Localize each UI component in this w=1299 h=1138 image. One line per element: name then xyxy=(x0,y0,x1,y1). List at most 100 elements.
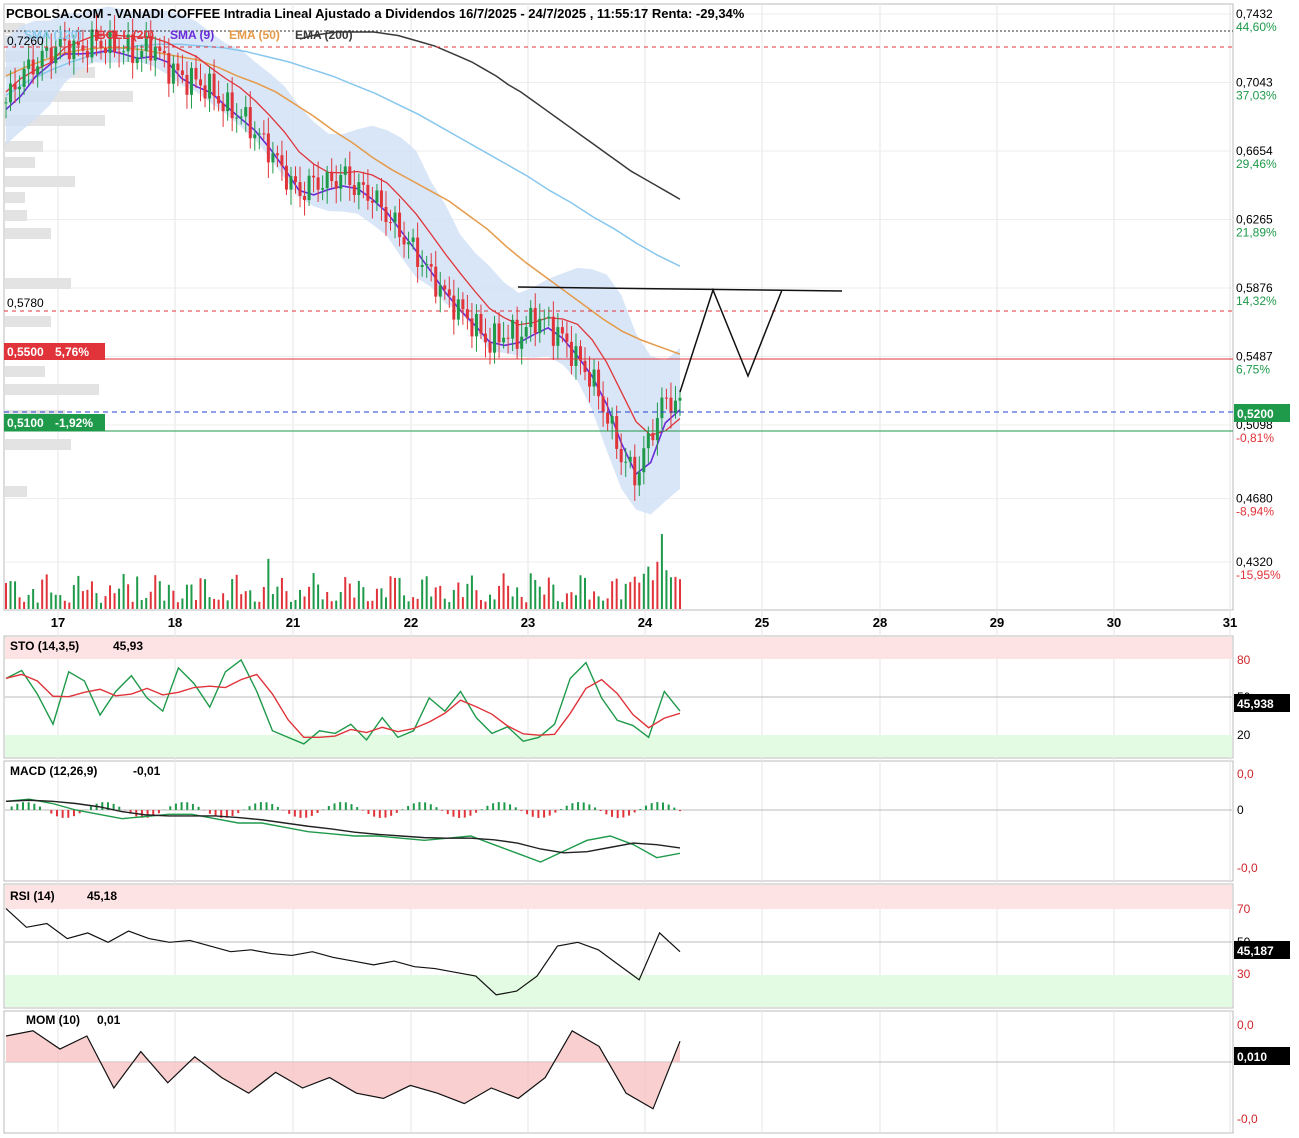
macd-histogram-bar xyxy=(310,810,313,816)
candle-body xyxy=(533,307,537,334)
volume-bar xyxy=(498,585,501,609)
sto-overbought-zone xyxy=(5,637,1232,659)
volume-bar xyxy=(561,602,564,609)
macd-histogram-bar xyxy=(186,802,189,810)
volume-bar xyxy=(679,579,681,609)
candle-body xyxy=(542,318,546,320)
sto-label: STO (14,3,5) xyxy=(10,639,79,653)
macd-histogram-bar xyxy=(679,810,681,812)
volume-bar xyxy=(448,602,451,609)
volume-bar xyxy=(9,581,12,609)
candle-body xyxy=(271,153,275,163)
chart-title: PCBOLSA.COM - VANADI COFFEE Intradia Lin… xyxy=(6,6,745,21)
volume-bar xyxy=(552,584,555,609)
macd-panel[interactable] xyxy=(3,760,1234,882)
candle-body xyxy=(569,341,573,366)
volume-bar xyxy=(593,591,596,609)
volume-bar xyxy=(167,584,170,609)
macd-histogram-bar xyxy=(316,810,319,813)
volume-bar xyxy=(556,601,559,609)
macd-histogram-bar xyxy=(157,810,160,814)
macd-histogram-bar xyxy=(537,810,540,818)
macd-histogram-bar xyxy=(633,810,636,813)
macd-histogram-bar xyxy=(333,803,336,810)
volume-bar xyxy=(145,597,148,609)
macd-histogram-bar xyxy=(50,810,53,814)
candle-body xyxy=(425,264,429,266)
rsi-value: 45,18 xyxy=(87,889,117,903)
volume-bar xyxy=(389,576,392,609)
volume-bar xyxy=(430,596,433,609)
macd-histogram-bar xyxy=(424,802,427,810)
volume-bar xyxy=(584,577,587,609)
volume-bar xyxy=(525,602,528,609)
volume-bar xyxy=(326,591,329,609)
macd-histogram-bar xyxy=(231,810,234,817)
macd-histogram-bar xyxy=(237,810,240,814)
volume-bar xyxy=(579,575,582,609)
rsi-oversold-zone xyxy=(5,975,1232,1007)
volume-bar xyxy=(439,585,442,609)
candle-body xyxy=(167,53,171,84)
volume-bar xyxy=(41,579,44,609)
volume-bar xyxy=(434,587,437,609)
candle-body xyxy=(189,67,193,95)
candle-body xyxy=(434,266,438,297)
volume-profile-bar xyxy=(5,192,25,203)
volume-profile-bar xyxy=(5,278,71,289)
volume-bar xyxy=(217,599,220,609)
volume-bar xyxy=(620,599,623,609)
candle-body xyxy=(4,102,8,104)
candle-body xyxy=(470,318,474,337)
volume-bar xyxy=(172,590,175,609)
volume-bar xyxy=(99,602,102,609)
candle-body xyxy=(31,59,35,75)
volume-bar xyxy=(475,590,478,609)
candle-body xyxy=(85,50,89,58)
volume-bar xyxy=(249,590,252,609)
stop-pct-label: -1,92% xyxy=(55,416,93,430)
legend[interactable]: SMA (120) BOLL (20) SMA (9) EMA (50) EMA (20… xyxy=(24,28,353,42)
volume-bar xyxy=(45,574,48,609)
macd-histogram-bar xyxy=(299,810,302,818)
candle-body xyxy=(49,47,53,64)
last-price-label: 0,5200 xyxy=(1237,407,1274,421)
volume-bar xyxy=(348,583,351,609)
volume-bar xyxy=(380,588,383,609)
volume-bar xyxy=(109,585,112,609)
volume-bar xyxy=(14,581,17,609)
candle-body xyxy=(506,337,510,339)
volume-bar xyxy=(190,584,193,609)
volume-bar xyxy=(615,578,618,609)
candle-body xyxy=(483,333,487,343)
macd-histogram-bar xyxy=(16,803,19,810)
macd-histogram-bar xyxy=(673,807,676,810)
pct-tick-label: -8,94% xyxy=(1236,505,1274,519)
volume-bar xyxy=(375,588,378,609)
candle-body xyxy=(624,461,628,463)
candle-body xyxy=(560,327,564,334)
candle-body xyxy=(538,318,542,334)
macd-histogram-bar xyxy=(531,810,534,817)
volume-bar xyxy=(421,579,424,609)
macd-histogram-bar xyxy=(378,810,381,818)
volume-bar xyxy=(479,599,482,609)
candle-body xyxy=(226,92,230,112)
macd-histogram-bar xyxy=(67,810,70,818)
macd-histogram-bar xyxy=(475,810,478,813)
volume-profile-bar xyxy=(5,141,43,152)
volume-bar xyxy=(235,574,238,609)
chart-canvas: PCBOLSA.COM - VANADI COFFEE Intradia Lin… xyxy=(3,3,1290,1134)
target-price-label: 0,5500 xyxy=(7,345,44,359)
candle-body xyxy=(262,133,266,135)
candle-body xyxy=(565,333,569,342)
candle-body xyxy=(275,153,279,156)
macd-histogram-bar xyxy=(469,810,472,816)
candle-body xyxy=(551,316,555,346)
candle-body xyxy=(452,295,456,320)
macd-histogram-bar xyxy=(265,802,268,810)
macd-histogram-bar xyxy=(395,810,398,813)
macd-histogram-bar xyxy=(322,809,325,810)
volume-bar xyxy=(588,599,591,609)
macd-histogram-bar xyxy=(605,810,608,815)
